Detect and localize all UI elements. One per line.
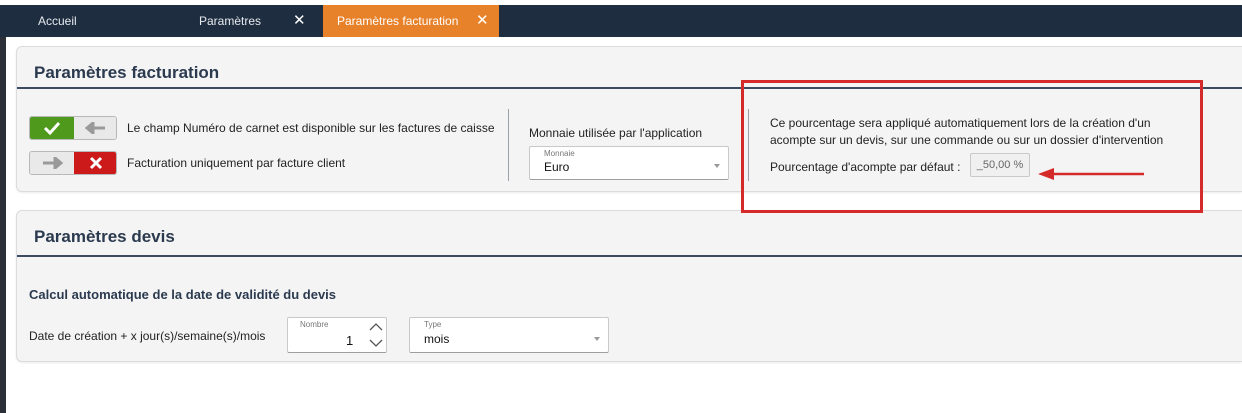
nombre-caption: Nombre: [300, 320, 329, 329]
tab-accueil[interactable]: Accueil: [0, 5, 180, 37]
chevron-down-icon: [714, 164, 720, 168]
close-icon[interactable]: ✕: [293, 5, 306, 37]
monnaie-value: Euro: [544, 160, 570, 174]
chevron-up-icon[interactable]: [368, 320, 384, 334]
monnaie-select[interactable]: Monnaie Euro: [529, 146, 729, 180]
tab-accueil-label: Accueil: [38, 14, 77, 28]
facture-client-toggle[interactable]: [29, 151, 117, 175]
close-icon[interactable]: ✕: [476, 5, 489, 37]
separator: [508, 109, 509, 181]
facturation-title: Paramètres facturation: [34, 63, 220, 82]
arrow-right-icon: [30, 152, 74, 174]
x-mark-icon: [74, 152, 116, 174]
title-divider: [17, 255, 1242, 257]
date-creation-label: Date de création + x jour(s)/semaine(s)/…: [29, 329, 266, 343]
facture-client-option-label: Facturation uniquement par facture clien…: [127, 156, 346, 170]
arrow-left-icon: [74, 117, 116, 139]
devis-panel: Paramètres devis Calcul automatique de l…: [16, 210, 1242, 362]
type-select[interactable]: Type mois: [409, 317, 609, 353]
devis-title: Paramètres devis: [34, 227, 175, 246]
carnet-option-label: Le champ Numéro de carnet est disponible…: [127, 121, 495, 135]
annotation-highlight-box: [741, 80, 1203, 213]
check-icon: [30, 117, 74, 139]
tab-parametres-facturation[interactable]: Paramètres facturation ✕: [323, 5, 499, 37]
annotation-arrow: [1038, 168, 1144, 180]
tab-strip: Accueil Paramètres ✕ Paramètres facturat…: [0, 5, 1242, 37]
chevron-down-icon: [594, 337, 600, 341]
tab-parametres[interactable]: Paramètres ✕: [180, 5, 323, 37]
tab-parametres-label: Paramètres: [199, 14, 262, 28]
type-caption: Type: [424, 320, 442, 329]
devis-subtitle: Calcul automatique de la date de validit…: [29, 287, 337, 302]
monnaie-caption: Monnaie: [544, 149, 575, 158]
monnaie-label: Monnaie utilisée par l'application: [529, 126, 703, 140]
nombre-stepper[interactable]: Nombre 1: [287, 317, 387, 353]
chevron-down-icon[interactable]: [368, 336, 384, 350]
carnet-toggle[interactable]: [29, 116, 117, 140]
nombre-value: 1: [346, 333, 354, 348]
top-bar: Accueil Paramètres ✕ Paramètres facturat…: [0, 0, 1242, 37]
type-value: mois: [424, 332, 450, 346]
tab-parametres-facturation-label: Paramètres facturation: [337, 14, 459, 28]
